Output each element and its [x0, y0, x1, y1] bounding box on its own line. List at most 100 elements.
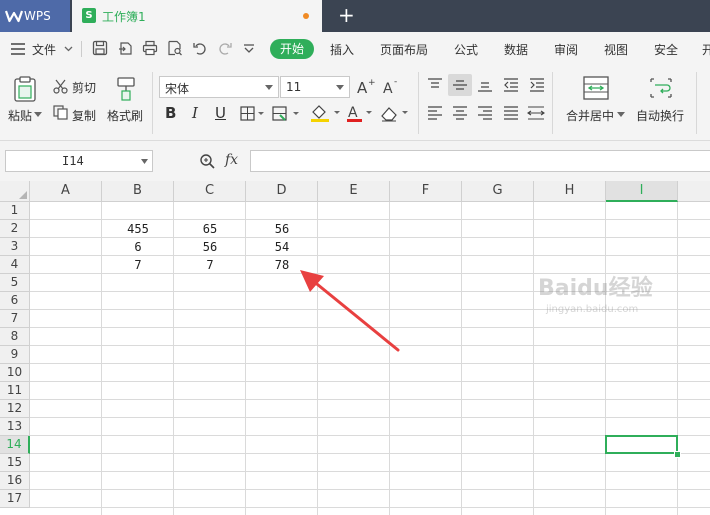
- print-icon[interactable]: [142, 40, 158, 56]
- justify-icon[interactable]: [503, 106, 519, 120]
- copy-icon[interactable]: [53, 105, 68, 120]
- document-tab[interactable]: S 工作簿1: [72, 0, 322, 32]
- tab-formulas[interactable]: 公式: [454, 41, 478, 58]
- row-header-6[interactable]: 6: [0, 292, 30, 310]
- row-header-4[interactable]: 4: [0, 256, 30, 274]
- borders-icon[interactable]: [240, 106, 266, 121]
- column-header-c[interactable]: C: [174, 181, 246, 202]
- wrap-text-label[interactable]: 自动换行: [636, 107, 684, 124]
- font-color-icon[interactable]: A: [346, 104, 374, 123]
- select-all-corner[interactable]: [0, 181, 30, 202]
- tab-review[interactable]: 审阅: [554, 41, 578, 58]
- cell-c4[interactable]: 7: [174, 256, 246, 274]
- align-right-icon[interactable]: [477, 106, 493, 120]
- tab-overflow[interactable]: 开: [702, 41, 710, 58]
- save-icon[interactable]: [92, 40, 108, 56]
- tab-page-layout[interactable]: 页面布局: [380, 41, 428, 58]
- column-header-a[interactable]: A: [30, 181, 102, 202]
- cell-c2[interactable]: 65: [174, 220, 246, 238]
- fill-handle[interactable]: [674, 451, 681, 458]
- row-header-12[interactable]: 12: [0, 400, 30, 418]
- row-header-5[interactable]: 5: [0, 274, 30, 292]
- merge-center-icon[interactable]: [583, 76, 609, 100]
- file-dropdown-chevron-icon[interactable]: [64, 46, 73, 52]
- row-header-3[interactable]: 3: [0, 238, 30, 256]
- active-cell-selection[interactable]: [605, 435, 678, 454]
- wrap-text-icon[interactable]: [648, 76, 674, 100]
- tab-view[interactable]: 视图: [604, 41, 628, 58]
- row-header-1[interactable]: 1: [0, 202, 30, 220]
- fx-icon[interactable]: fx: [225, 152, 238, 168]
- cut-label[interactable]: 剪切: [72, 79, 96, 96]
- tab-data[interactable]: 数据: [504, 41, 528, 58]
- new-tab-plus-icon[interactable]: +: [338, 4, 355, 26]
- font-name-select[interactable]: 宋体: [159, 76, 279, 98]
- formula-input[interactable]: [250, 150, 710, 172]
- paste-clipboard-icon[interactable]: [13, 76, 37, 102]
- increase-indent-icon[interactable]: [529, 78, 545, 92]
- copy-label[interactable]: 复制: [72, 107, 96, 124]
- merge-center-dropdown-chevron-icon[interactable]: [617, 112, 625, 117]
- customize-quick-access-chevron-icon[interactable]: [243, 44, 255, 54]
- row-header-17[interactable]: 17: [0, 490, 30, 508]
- align-bottom-icon[interactable]: [477, 78, 493, 92]
- row-header-15[interactable]: 15: [0, 454, 30, 472]
- decrease-indent-icon[interactable]: [503, 78, 519, 92]
- merge-center-label[interactable]: 合并居中: [566, 107, 614, 124]
- cell-b3[interactable]: 6: [102, 238, 174, 256]
- column-header-overflow[interactable]: [678, 181, 710, 202]
- cell-d3[interactable]: 54: [246, 238, 318, 256]
- cell-c3[interactable]: 56: [174, 238, 246, 256]
- clear-eraser-icon[interactable]: [380, 104, 410, 123]
- row-header-8[interactable]: 8: [0, 328, 30, 346]
- italic-icon[interactable]: I: [192, 104, 198, 122]
- row-header-11[interactable]: 11: [0, 382, 30, 400]
- bold-icon[interactable]: B: [165, 104, 176, 122]
- align-center-icon[interactable]: [452, 106, 468, 120]
- zoom-search-icon[interactable]: [199, 153, 215, 169]
- format-painter-brush-icon[interactable]: [115, 76, 137, 102]
- decrease-font-size-icon[interactable]: A -: [383, 77, 401, 95]
- tab-home[interactable]: 开始: [270, 39, 314, 59]
- column-header-h[interactable]: H: [534, 181, 606, 202]
- underline-icon[interactable]: U: [215, 104, 226, 122]
- row-header-2[interactable]: 2: [0, 220, 30, 238]
- increase-font-size-icon[interactable]: A +: [357, 77, 375, 95]
- file-menu[interactable]: 文件: [32, 41, 56, 58]
- font-size-select[interactable]: 11: [280, 76, 350, 98]
- tab-insert[interactable]: 插入: [330, 41, 354, 58]
- column-header-g[interactable]: G: [462, 181, 534, 202]
- name-box-chevron-icon[interactable]: [141, 159, 148, 164]
- row-header-13[interactable]: 13: [0, 418, 30, 436]
- scissors-icon[interactable]: [53, 79, 68, 94]
- format-painter-label[interactable]: 格式刷: [107, 107, 143, 124]
- redo-icon[interactable]: [217, 40, 233, 56]
- row-header-16[interactable]: 16: [0, 472, 30, 490]
- hamburger-menu-icon[interactable]: [11, 43, 25, 55]
- fill-color-bucket-icon[interactable]: [310, 104, 342, 123]
- align-left-icon[interactable]: [427, 106, 443, 120]
- column-header-d[interactable]: D: [246, 181, 318, 202]
- print-preview-icon[interactable]: [167, 40, 183, 56]
- cell-b4[interactable]: 7: [102, 256, 174, 274]
- row-header-7[interactable]: 7: [0, 310, 30, 328]
- paste-label[interactable]: 粘贴: [8, 107, 32, 124]
- cell-b2[interactable]: 455: [102, 220, 174, 238]
- row-header-14[interactable]: 14: [0, 436, 30, 454]
- column-header-i[interactable]: I: [606, 181, 678, 202]
- export-icon[interactable]: [117, 40, 133, 56]
- paste-dropdown-chevron-icon[interactable]: [34, 112, 42, 117]
- tab-security[interactable]: 安全: [654, 41, 678, 58]
- cell-d2[interactable]: 56: [246, 220, 318, 238]
- distributed-align-icon[interactable]: [527, 106, 545, 120]
- name-box[interactable]: I14: [5, 150, 153, 172]
- align-top-icon[interactable]: [427, 78, 443, 92]
- column-header-e[interactable]: E: [318, 181, 390, 202]
- wps-home-tab[interactable]: WPS: [0, 0, 70, 32]
- column-header-b[interactable]: B: [102, 181, 174, 202]
- undo-icon[interactable]: [192, 40, 208, 56]
- column-header-f[interactable]: F: [390, 181, 462, 202]
- cell-style-icon[interactable]: [272, 106, 302, 121]
- row-header-10[interactable]: 10: [0, 364, 30, 382]
- align-middle-icon[interactable]: [452, 78, 468, 92]
